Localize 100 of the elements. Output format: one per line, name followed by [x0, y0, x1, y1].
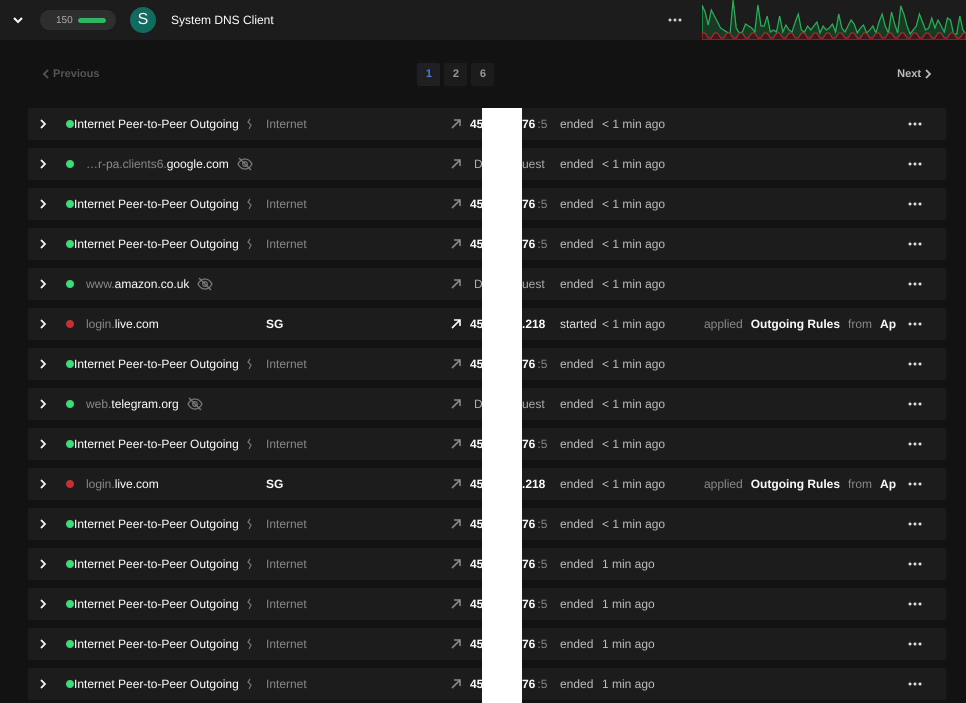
more-icon	[908, 122, 922, 126]
time-text: < 1 min ago	[602, 196, 666, 213]
status-text: started	[560, 316, 598, 333]
scope-text: Internet	[266, 357, 307, 371]
address-text: 76	[522, 196, 536, 213]
rule-name: Internet Peer-to-Peer Outgoing	[74, 676, 239, 693]
address-text: 76	[522, 516, 536, 533]
more-icon	[908, 522, 922, 526]
time-text: < 1 min ago	[602, 516, 666, 533]
more-icon	[908, 162, 922, 166]
chevron-right-icon	[40, 479, 46, 489]
more-icon	[908, 282, 922, 286]
address-text: 76	[522, 676, 536, 693]
chevron-right-icon	[40, 319, 46, 329]
rule-name: Internet Peer-to-Peer Outgoing	[74, 436, 239, 453]
scope-text: Internet	[266, 197, 307, 211]
port-text: :5	[537, 676, 548, 693]
port-text: :5	[537, 516, 548, 533]
port-text: :5	[537, 636, 548, 653]
more-icon	[908, 202, 922, 206]
port-text: :5	[537, 196, 548, 213]
scope-text: Internet	[266, 597, 307, 611]
port-text: :5	[537, 356, 548, 373]
address-text: uest	[522, 276, 545, 293]
time-text: 1 min ago	[602, 636, 656, 653]
more-icon	[908, 362, 922, 366]
source-name: Ap	[880, 476, 896, 493]
rule-name: Internet Peer-to-Peer Outgoing	[74, 196, 239, 213]
page-button[interactable]: 6	[471, 62, 494, 86]
status-text: ended	[560, 556, 594, 573]
time-text: 1 min ago	[602, 676, 656, 693]
country-code: SG	[266, 317, 284, 331]
scope-text: Internet	[266, 557, 307, 571]
more-icon	[908, 322, 922, 326]
rule-name: Internet Peer-to-Peer Outgoing	[74, 116, 239, 133]
status-text: ended	[560, 676, 594, 693]
status-text: ended	[560, 516, 594, 533]
address-text: 76	[522, 636, 536, 653]
squiggle-icon	[246, 198, 252, 210]
chevron-left-icon	[42, 69, 49, 79]
squiggle-icon	[246, 238, 252, 250]
status-text: ended	[560, 476, 594, 493]
address-text: 76	[522, 436, 536, 453]
rule-name: Internet Peer-to-Peer Outgoing	[74, 356, 239, 373]
rule-set-name: Outgoing Rules	[750, 476, 840, 493]
address-text: 76	[522, 596, 536, 613]
squiggle-icon	[246, 598, 252, 610]
rule-name: Internet Peer-to-Peer Outgoing	[74, 236, 239, 253]
port-text: :5	[537, 436, 548, 453]
more-icon	[908, 562, 922, 566]
port-text: :5	[537, 116, 548, 133]
chevron-right-icon	[40, 439, 46, 449]
chevron-right-icon	[40, 639, 46, 649]
chevron-right-icon	[40, 119, 46, 129]
connection-row[interactable]: web.telegram.org D uest ended < 1 min ago	[28, 388, 946, 420]
port-text: :5	[537, 596, 548, 613]
status-text: ended	[560, 156, 594, 173]
status-text: ended	[560, 356, 594, 373]
more-icon	[908, 242, 922, 246]
connection-row[interactable]: www.amazon.co.uk D uest ended < 1 min ago	[28, 268, 946, 300]
source-name: Ap	[880, 316, 896, 333]
address-text: 76	[522, 116, 536, 133]
time-text: < 1 min ago	[602, 396, 666, 413]
chevron-right-icon	[40, 559, 46, 569]
country-code: SG	[266, 477, 284, 491]
more-icon	[908, 642, 922, 646]
page-button[interactable]: 1	[417, 62, 440, 86]
next-button[interactable]: Next	[897, 66, 932, 82]
port-text: :5	[537, 236, 548, 253]
chevron-right-icon	[40, 399, 46, 409]
squiggle-icon	[246, 358, 252, 370]
status-text: ended	[560, 636, 594, 653]
squiggle-icon	[246, 558, 252, 570]
more-icon	[908, 682, 922, 686]
time-text: < 1 min ago	[602, 436, 666, 453]
time-text: 1 min ago	[602, 556, 656, 573]
scope-text: Internet	[266, 677, 307, 691]
squiggle-icon	[246, 118, 252, 130]
page-button[interactable]: 2	[444, 62, 468, 86]
address-text: .218	[522, 316, 546, 333]
connection-row[interactable]: …r-pa.clients6.google.com D uest ended < 1 min ago	[28, 148, 946, 180]
more-icon	[908, 402, 922, 406]
time-text: < 1 min ago	[602, 476, 666, 493]
chevron-right-icon	[40, 359, 46, 369]
chevron-right-icon	[40, 239, 46, 249]
chevron-right-icon	[925, 69, 932, 79]
address-text: uest	[522, 396, 545, 413]
applied-label: applied	[704, 316, 743, 333]
time-text: < 1 min ago	[602, 116, 666, 133]
applied-label: applied	[704, 476, 743, 493]
app-avatar: S	[130, 7, 156, 33]
count-text: 150	[56, 14, 73, 28]
time-text: 1 min ago	[602, 596, 656, 613]
time-text: < 1 min ago	[602, 316, 666, 333]
address-text: D	[473, 396, 484, 413]
status-text: ended	[560, 236, 594, 253]
address-text: D	[473, 276, 484, 293]
rule-set-name: Outgoing Rules	[750, 316, 840, 333]
from-label: from	[848, 316, 872, 333]
rule-name: Internet Peer-to-Peer Outgoing	[74, 636, 239, 653]
